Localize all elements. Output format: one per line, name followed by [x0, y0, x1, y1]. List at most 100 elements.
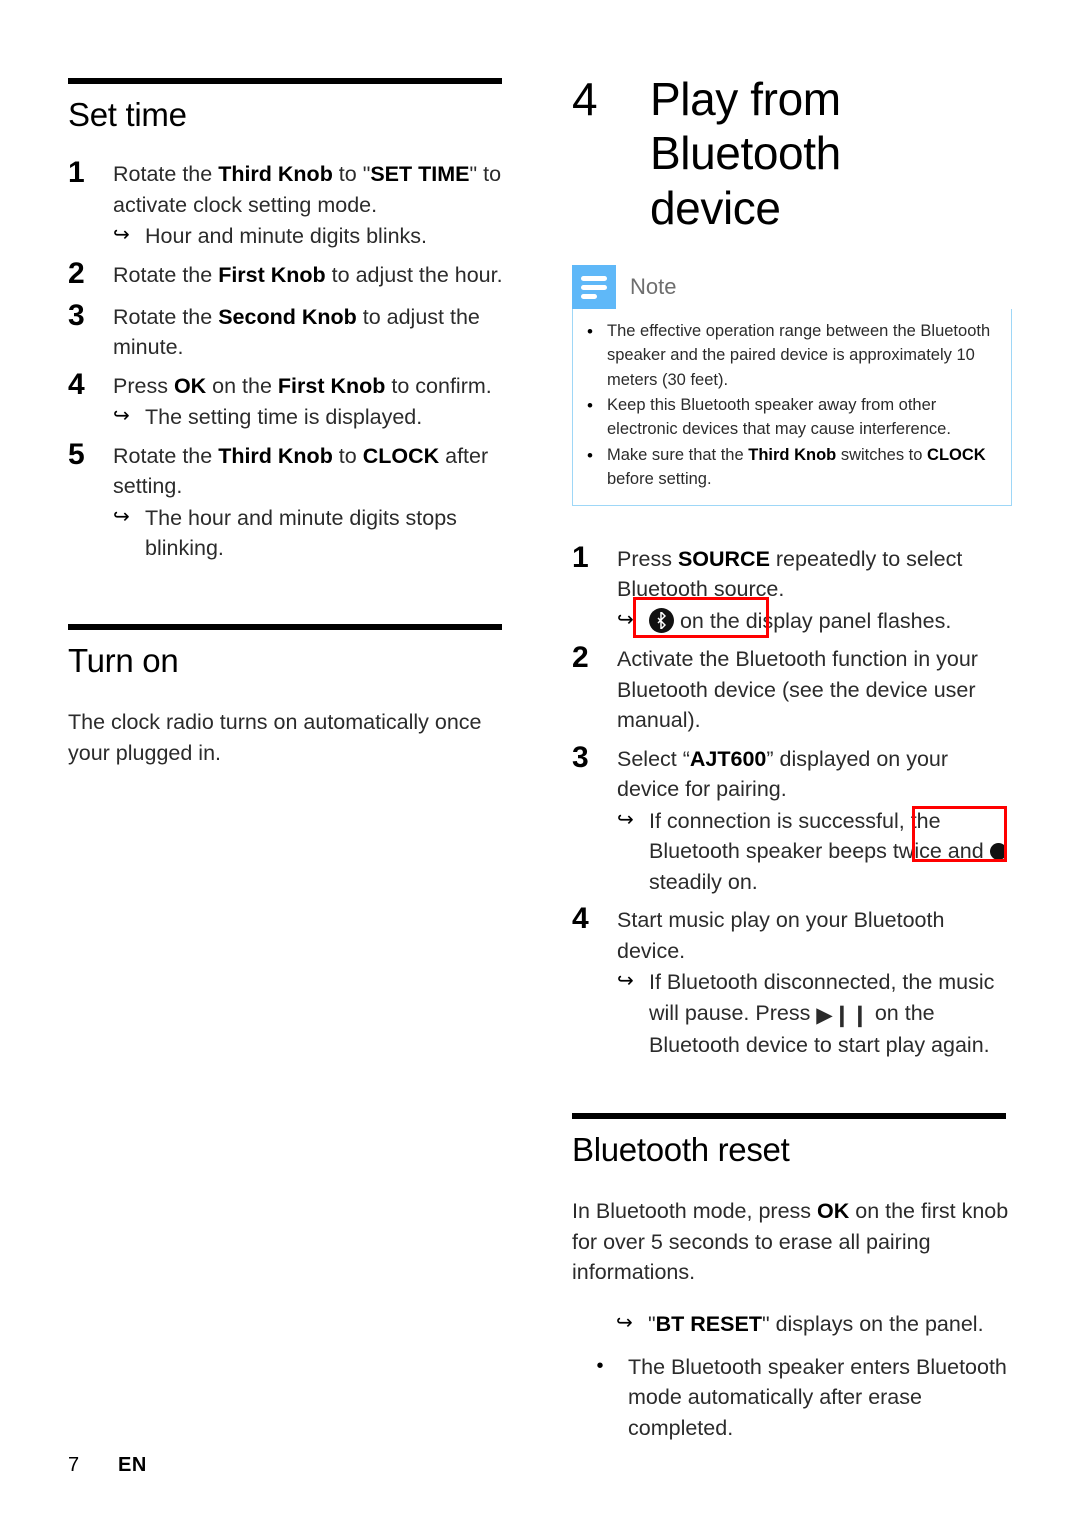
- step: 2 Activate the Bluetooth function in you…: [572, 638, 1014, 736]
- step-text: Rotate the Second Knob to adjust the min…: [113, 304, 480, 360]
- step-text: Start music play on your Bluetooth devic…: [617, 899, 1014, 1061]
- result-arrow-icon: ↪: [617, 608, 634, 631]
- step-number: 3: [572, 740, 589, 774]
- step: 2 Rotate the First Knob to adjust the ho…: [68, 254, 510, 294]
- section-bluetooth-reset: Bluetooth reset In Bluetooth mode, press…: [572, 1112, 1014, 1444]
- bullet-icon: •: [587, 321, 593, 341]
- step: 1 Press SOURCE repeatedly to select Blue…: [572, 538, 1014, 637]
- note-item-text: The effective operation range between th…: [607, 321, 991, 389]
- step-number: 1: [68, 156, 85, 190]
- step-number: 4: [572, 902, 589, 936]
- result-arrow-icon: ↪: [113, 405, 130, 428]
- play-pause-icon: ▶❙❙: [816, 1002, 869, 1027]
- page-number: 7: [68, 1454, 80, 1476]
- step-result: ↪ If Bluetooth disconnected, the music w…: [617, 967, 1014, 1061]
- chapter-title-line: device: [650, 181, 781, 234]
- manual-page: Set time 1 Rotate the Third Knob to "SET…: [0, 0, 1080, 1527]
- note-item: • Keep this Bluetooth speaker away from …: [583, 393, 999, 442]
- step-number: 2: [68, 256, 85, 290]
- left-column: Set time 1 Rotate the Third Knob to "SET…: [68, 78, 510, 790]
- bluetooth-reset-paragraph: In Bluetooth mode, press OK on the first…: [572, 1199, 1009, 1285]
- step: 4 Press OK on the First Knob to confirm.…: [68, 365, 510, 433]
- emphasis-ajt600: AJT600: [689, 746, 767, 771]
- bullet-icon: •: [587, 396, 593, 416]
- note-item-text: Make sure that the Third Knob switches t…: [607, 445, 986, 489]
- result-text: Hour and minute digits blinks.: [145, 224, 428, 249]
- chapter-heading: 4 Play from Bluetooth device: [572, 72, 1014, 235]
- step-text: Rotate the First Knob to adjust the hour…: [113, 262, 503, 287]
- bluetooth-dot-icon: [649, 607, 674, 633]
- chapter-title-line: Play from: [650, 73, 841, 125]
- step-text: Activate the Bluetooth function in your …: [617, 647, 978, 733]
- step-result: ↪ on the display panel flashes.: [617, 606, 1014, 637]
- result-text: on the display panel flashes.: [649, 606, 1014, 637]
- note-item: • Make sure that the Third Knob switches…: [583, 443, 999, 492]
- chapter-title-line: Bluetooth: [650, 127, 841, 180]
- chapter-title: Play from Bluetooth device: [650, 72, 841, 235]
- bluetooth-dot-small-icon: [989, 843, 1007, 861]
- result-text: If connection is successful, the Bluetoo…: [649, 806, 1014, 898]
- emphasis-second-knob: Second Knob: [218, 304, 357, 329]
- note-header: Note: [572, 264, 1012, 309]
- note-box: Note • The effective operation range bet…: [572, 264, 1012, 506]
- section-title-set-time: Set time: [68, 96, 187, 133]
- emphasis-set-time: SET TIME: [370, 162, 470, 187]
- step: 5 Rotate the Third Knob to CLOCK after s…: [68, 435, 510, 564]
- emphasis-third-knob: Third Knob: [218, 443, 333, 468]
- emphasis-first-knob: First Knob: [277, 373, 386, 398]
- emphasis-clock: CLOCK: [362, 443, 440, 468]
- step: 3 Select “AJT600” displayed on your devi…: [572, 738, 1014, 898]
- reset-bullet-text: The Bluetooth speaker enters Bluetooth m…: [628, 1354, 1007, 1440]
- result-arrow-icon: ↪: [113, 505, 130, 528]
- result-arrow-icon: ↪: [616, 1312, 633, 1335]
- step: 1 Rotate the Third Knob to "SET TIME" to…: [68, 153, 510, 252]
- bullet-icon: •: [596, 1354, 604, 1377]
- note-item: • The effective operation range between …: [583, 319, 999, 392]
- section-rule: [68, 623, 502, 630]
- section-rule: [572, 1112, 1006, 1119]
- note-label: Note: [630, 273, 677, 299]
- step-number: 3: [68, 298, 85, 332]
- right-column: 4 Play from Bluetooth device Note • The …: [572, 0, 1014, 1443]
- step-result: ↪ The setting time is displayed.: [113, 402, 510, 433]
- emphasis-first-knob: First Knob: [218, 262, 326, 287]
- step-text: Press SOURCE repeatedly to select Blueto…: [617, 538, 1014, 637]
- result-arrow-icon: ↪: [617, 808, 634, 831]
- step-text: Select “AJT600” displayed on your device…: [617, 738, 1014, 898]
- step-text: Rotate the Third Knob to CLOCK after set…: [113, 435, 510, 564]
- result-text: "BT RESET" displays on the panel.: [648, 1312, 984, 1337]
- step-number: 5: [68, 437, 85, 471]
- emphasis-bt-reset: BT RESET: [655, 1312, 762, 1337]
- emphasis-clock: CLOCK: [927, 445, 986, 464]
- step: 3 Rotate the Second Knob to adjust the m…: [68, 296, 510, 363]
- set-time-steps: 1 Rotate the Third Knob to "SET TIME" to…: [68, 153, 510, 564]
- page-language: EN: [118, 1454, 147, 1476]
- turn-on-paragraph: The clock radio turns on automatically o…: [68, 710, 482, 765]
- step-text: Press OK on the First Knob to confirm. ↪…: [113, 365, 510, 433]
- emphasis-source: SOURCE: [677, 546, 770, 571]
- emphasis-third-knob: Third Knob: [748, 445, 837, 464]
- reset-bullet: • The Bluetooth speaker enters Bluetooth…: [572, 1352, 1014, 1444]
- section-title-bluetooth-reset: Bluetooth reset: [572, 1130, 790, 1168]
- step-number: 1: [572, 540, 589, 574]
- section-set-time: Set time 1 Rotate the Third Knob to "SET…: [68, 78, 510, 564]
- step-result: ↪ The hour and minute digits stops blink…: [113, 503, 510, 564]
- step-number: 4: [68, 367, 85, 401]
- reset-result: ↪ "BT RESET" displays on the panel.: [616, 1309, 1014, 1340]
- section-rule: [68, 78, 502, 84]
- step: 4 Start music play on your Bluetooth dev…: [572, 899, 1014, 1061]
- step-text: Rotate the Third Knob to "SET TIME" to a…: [113, 153, 510, 252]
- result-text: The setting time is displayed.: [145, 405, 423, 430]
- bluetooth-play-steps: 1 Press SOURCE repeatedly to select Blue…: [572, 538, 1014, 1061]
- note-lines-icon: [572, 264, 616, 309]
- step-result: ↪ Hour and minute digits blinks.: [113, 221, 510, 252]
- section-title-turn-on: Turn on: [68, 641, 179, 679]
- result-arrow-icon: ↪: [113, 224, 130, 247]
- result-arrow-icon: ↪: [617, 970, 634, 993]
- result-text: If Bluetooth disconnected, the music wil…: [649, 970, 995, 1058]
- step-number: 2: [572, 641, 589, 675]
- bullet-icon: •: [587, 445, 593, 465]
- note-body: • The effective operation range between …: [572, 308, 1012, 506]
- emphasis-ok: OK: [817, 1199, 850, 1224]
- section-turn-on: Turn on The clock radio turns on automat…: [68, 623, 510, 768]
